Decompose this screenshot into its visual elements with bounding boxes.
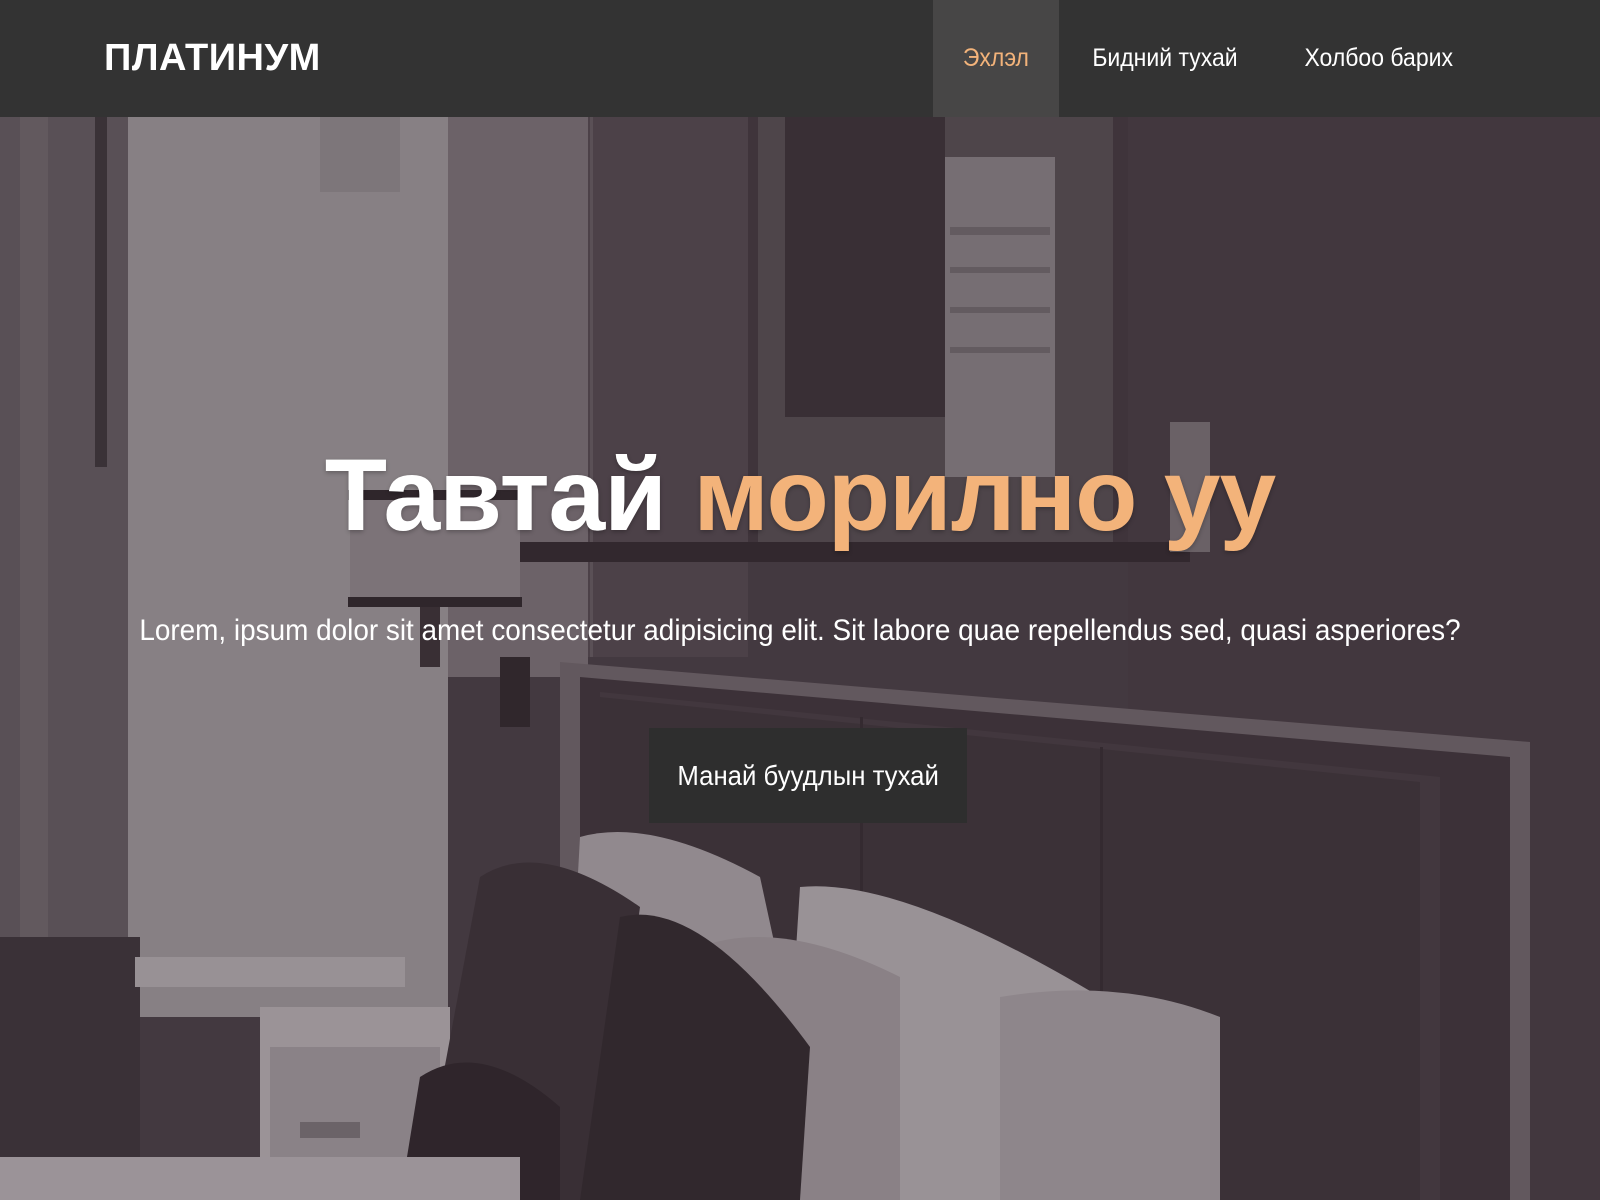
hero-title: Тавтай морилно уу — [0, 435, 1600, 555]
nav-item-home-label: Эхлэл — [962, 44, 1029, 72]
hero-title-accent: морилно уу — [693, 438, 1276, 552]
main-nav: Эхлэл Бидний тухай Холбоо барих — [932, 0, 1486, 117]
landing-page: ПЛАТИНУМ Эхлэл Бидний тухай Холбоо барих — [0, 0, 1600, 1200]
nav-item-contact[interactable]: Холбоо барих — [1279, 0, 1477, 117]
hero-section: Тавтай морилно уу Lorem, ipsum dolor sit… — [0, 117, 1600, 1200]
nav-item-about[interactable]: Бидний тухай — [1067, 0, 1262, 117]
navbar: ПЛАТИНУМ Эхлэл Бидний тухай Холбоо барих — [0, 0, 1600, 117]
about-hotel-button-label: Манай буудлын тухай — [677, 759, 939, 791]
hero-title-part1: Тавтай — [324, 438, 667, 552]
hero-overlay — [0, 117, 1600, 1200]
about-hotel-button[interactable]: Манай буудлын тухай — [649, 728, 967, 823]
hero-subtitle: Lorem, ipsum dolor sit amet consectetur … — [139, 614, 1461, 647]
nav-item-home[interactable]: Эхлэл — [932, 0, 1059, 117]
brand-logo[interactable]: ПЛАТИНУМ — [104, 36, 321, 80]
